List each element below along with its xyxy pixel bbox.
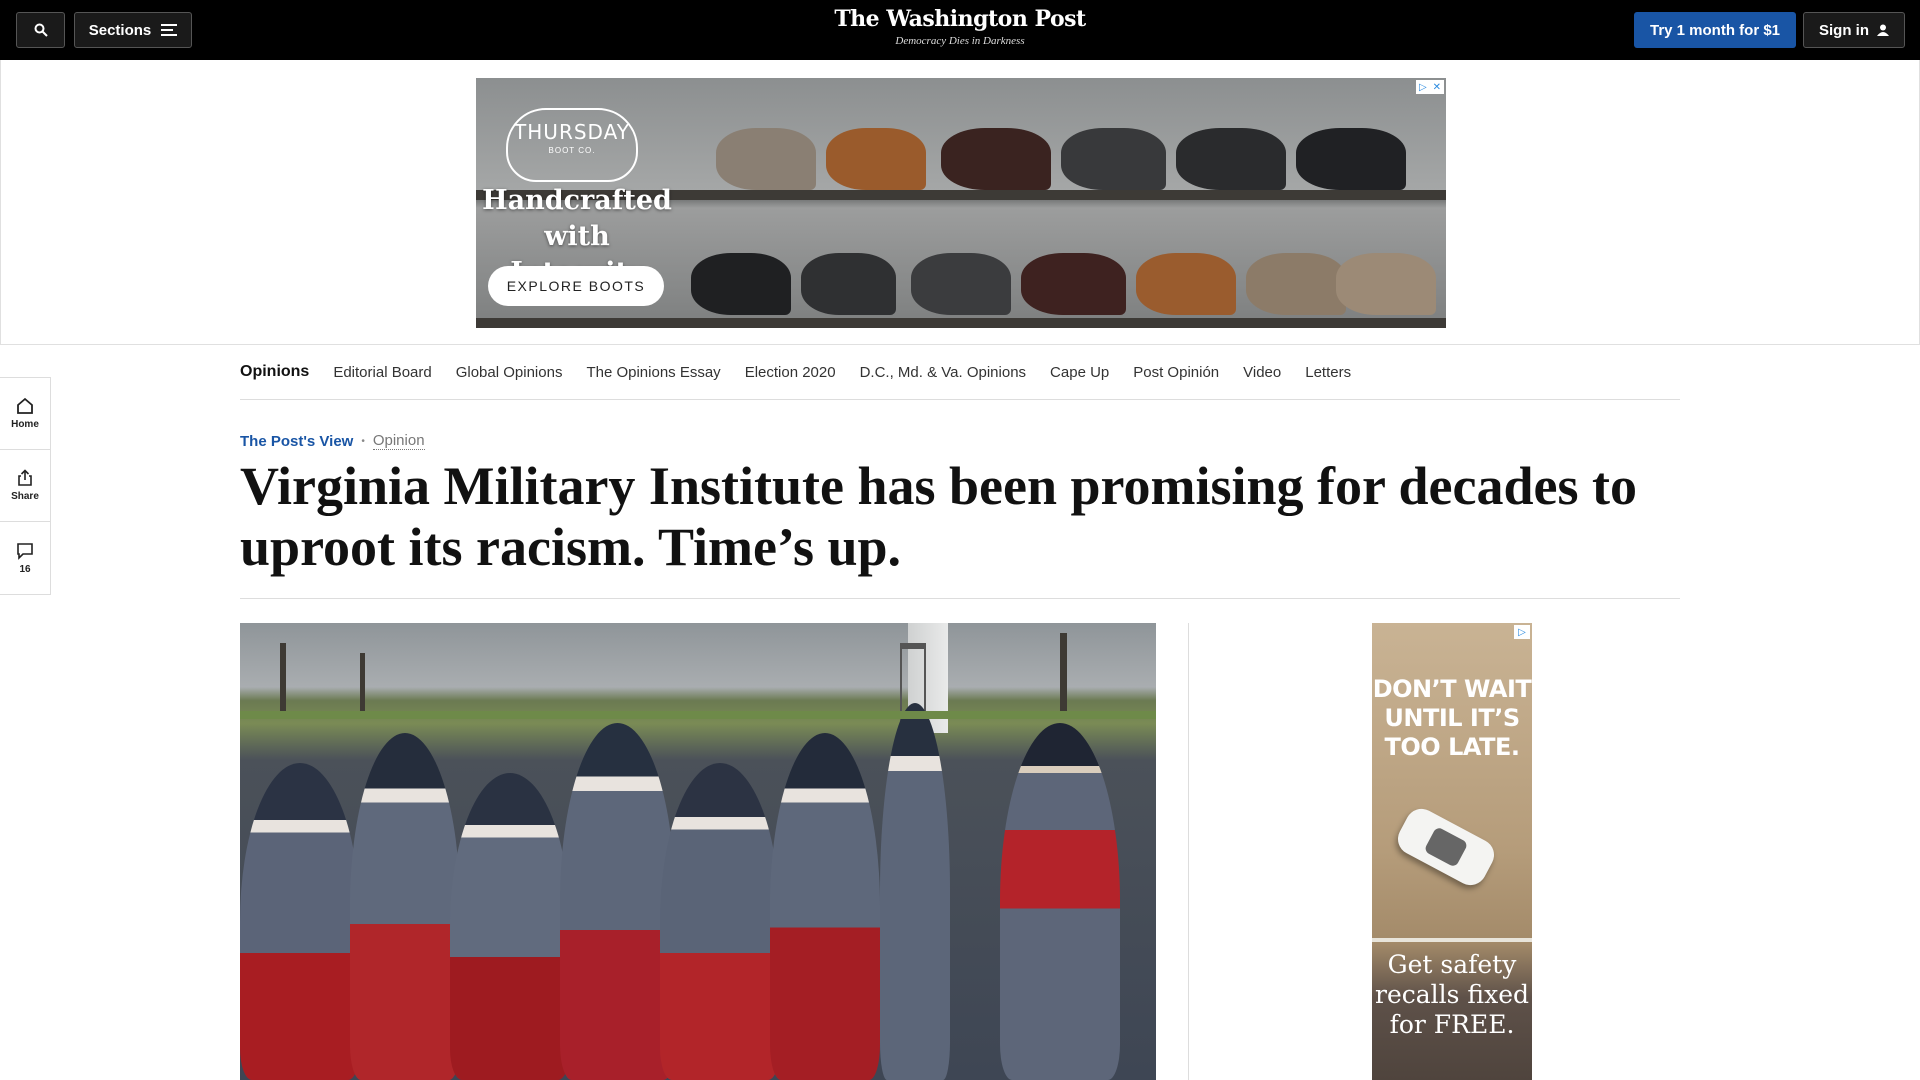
adchoices-icon[interactable]: ▷ [1514, 625, 1530, 639]
search-icon [34, 23, 48, 37]
opinions-section-nav: Opinions Editorial Board Global Opinions… [240, 345, 1680, 400]
share-label: Share [11, 491, 39, 502]
nav-item-cape-up[interactable]: Cape Up [1050, 364, 1109, 381]
boot-image [801, 253, 896, 315]
share-icon [18, 469, 32, 486]
boot-image [1296, 128, 1406, 190]
sections-menu-button[interactable]: Sections [74, 12, 192, 48]
comments-count: 16 [19, 563, 31, 575]
article-kicker: The Post's View • Opinion [240, 432, 425, 450]
shelf [476, 318, 1446, 328]
cadet-figure [560, 723, 675, 1080]
home-icon [17, 397, 33, 414]
share-button[interactable]: Share [0, 450, 50, 522]
explore-boots-button[interactable]: EXPLORE BOOTS [488, 266, 664, 306]
headline-divider [240, 598, 1680, 599]
cadet-figure [770, 733, 880, 1080]
ad-headline: DON’T WAIT UNTIL IT’S TOO LATE. [1372, 675, 1532, 761]
comment-icon [17, 542, 33, 560]
road-stripe [1372, 938, 1532, 942]
boot-image [716, 128, 816, 190]
column-divider [1188, 623, 1189, 1080]
boot-image [1176, 128, 1286, 190]
boot-image [1336, 253, 1436, 315]
cadet-figure [240, 763, 360, 1080]
nav-item-letters[interactable]: Letters [1305, 364, 1351, 381]
cadet-figure [350, 733, 460, 1080]
boot-image [1021, 253, 1126, 315]
nav-item-post-opinion[interactable]: Post Opinión [1133, 364, 1219, 381]
safety-recall-ad[interactable]: ▷ DON’T WAIT UNTIL IT’S TOO LATE. Get sa… [1372, 623, 1532, 1080]
tree [360, 653, 365, 713]
nav-item-dc-md-va-opinions[interactable]: D.C., Md. & Va. Opinions [860, 364, 1026, 381]
comments-button[interactable]: 16 [0, 522, 50, 594]
site-logo[interactable]: The Washington Post [760, 6, 1160, 32]
home-button[interactable]: Home [0, 378, 50, 450]
sign-in-button[interactable]: Sign in [1803, 12, 1905, 48]
cadet-figure [450, 773, 570, 1080]
site-tagline: Democracy Dies in Darkness [895, 35, 1025, 47]
top-ad-region: THURSDAY BOOT CO. Handcrafted with Integ… [0, 60, 1920, 345]
user-icon [1877, 24, 1889, 36]
nav-item-global-opinions[interactable]: Global Opinions [456, 364, 563, 381]
ad-brand-sub: BOOT CO. [548, 146, 596, 155]
nav-item-opinions-essay[interactable]: The Opinions Essay [586, 364, 720, 381]
nav-item-opinions[interactable]: Opinions [240, 363, 309, 381]
home-label: Home [11, 419, 39, 430]
tree [1060, 633, 1067, 713]
nav-item-video[interactable]: Video [1243, 364, 1281, 381]
grass-line [240, 711, 1156, 719]
left-action-rail: Home Share 16 [0, 377, 51, 595]
boot-image [911, 253, 1011, 315]
boot-image [826, 128, 926, 190]
thursday-boot-logo: THURSDAY BOOT CO. [506, 108, 638, 182]
nav-item-editorial-board[interactable]: Editorial Board [333, 364, 431, 381]
sections-label: Sections [88, 21, 152, 39]
boot-image [1136, 253, 1236, 315]
boots-ad-banner[interactable]: THURSDAY BOOT CO. Handcrafted with Integ… [476, 78, 1446, 328]
menu-icon [161, 24, 178, 36]
search-button[interactable] [16, 12, 65, 48]
cadet-figure [880, 703, 950, 1080]
masthead-logo[interactable]: The Washington Post Democracy Dies in Da… [760, 6, 1160, 47]
tree [280, 643, 286, 713]
ad-body: Get safety recalls fixed for FREE. [1375, 950, 1529, 1039]
cadet-figure [660, 763, 780, 1080]
ad-brand-name: THURSDAY [514, 120, 630, 144]
subscribe-button[interactable]: Try 1 month for $1 [1634, 12, 1796, 48]
car-image [1392, 803, 1500, 891]
opinion-tag[interactable]: Opinion [372, 432, 425, 450]
boot-image [691, 253, 791, 315]
kicker-label[interactable]: The Post's View [240, 433, 353, 450]
boot-image [1246, 253, 1346, 315]
top-navigation-bar: Sections The Washington Post Democracy D… [0, 0, 1920, 60]
sign-in-label: Sign in [1819, 21, 1869, 39]
article-headline: Virginia Military Institute has been pro… [240, 456, 1637, 577]
cadet-officer [1000, 723, 1120, 1080]
hero-photo-cadets[interactable] [240, 623, 1156, 1080]
kicker-separator: • [361, 435, 365, 447]
boot-image [941, 128, 1051, 190]
nav-item-election-2020[interactable]: Election 2020 [745, 364, 836, 381]
adchoices-icon[interactable]: ▷ ✕ [1416, 80, 1444, 94]
boot-image [1061, 128, 1166, 190]
